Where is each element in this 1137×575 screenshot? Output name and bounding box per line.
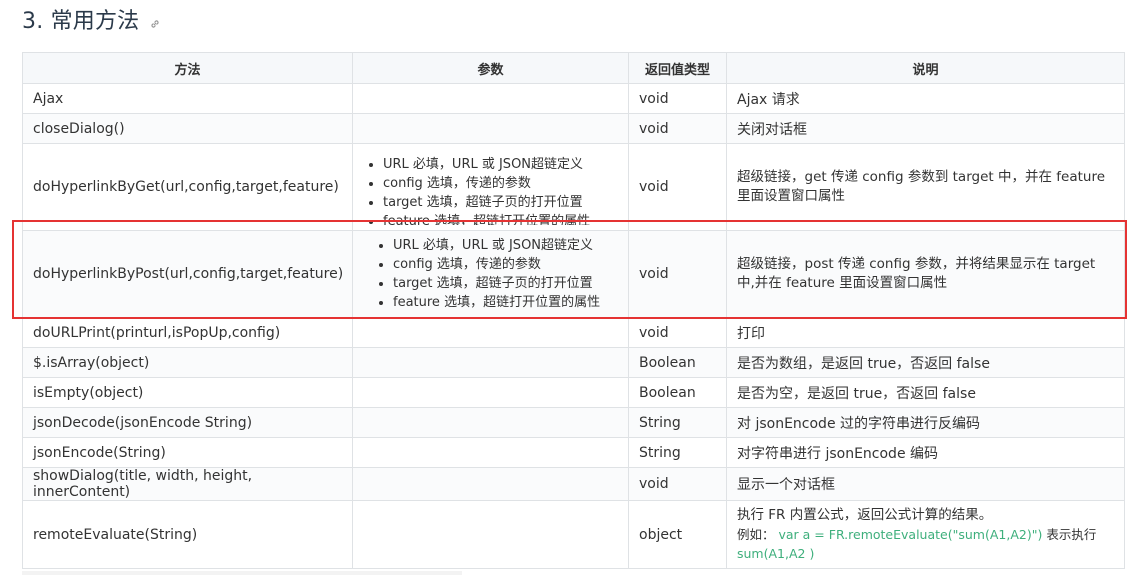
param-item: target 选填，超链子页的打开位置	[383, 193, 590, 212]
return-cell: void	[628, 113, 727, 144]
param-item: feature 选填，超链打开位置的属性	[393, 293, 618, 312]
params-cell	[352, 437, 629, 468]
desc-cell: 执行 FR 内置公式，返回公式计算的结果。 例如： var a = FR.rem…	[726, 500, 1125, 569]
return-cell: void	[628, 317, 727, 348]
method-cell: jsonDecode(jsonEncode String)	[22, 407, 353, 438]
link-icon[interactable]	[149, 15, 161, 28]
desc-text: 超级链接，get 传递 config 参数到 target 中，并在 featu…	[737, 169, 1106, 204]
table-row: remoteEvaluate(String) object 执行 FR 内置公式…	[22, 500, 1125, 569]
table-row: isEmpty(object) Boolean 是否为空，是返回 true，否返…	[22, 377, 1125, 408]
method-cell: doHyperlinkByGet(url,config,target,featu…	[22, 143, 353, 231]
table-row: Ajax void Ajax 请求	[22, 83, 1125, 114]
header-params: 参数	[352, 52, 629, 84]
params-cell	[352, 407, 629, 438]
return-cell: Boolean	[628, 377, 727, 408]
table-row: doURLPrint(printurl,isPopUp,config) void…	[22, 317, 1125, 348]
param-item: URL 必填，URL 或 JSON超链定义	[393, 236, 618, 255]
desc-cell: 是否为数组，是返回 true，否返回 false	[726, 347, 1125, 378]
param-item: feature 选填，超链打开位置的属性	[383, 212, 590, 225]
method-cell: isEmpty(object)	[22, 377, 353, 408]
return-cell: void	[628, 467, 727, 501]
inline-code: sum(A1,A2 )	[737, 546, 815, 561]
return-cell: object	[628, 500, 727, 569]
desc-text: 超级链接，post 传递 config 参数，并将结果显示在 target 中,…	[737, 256, 1096, 291]
return-cell: String	[628, 437, 727, 468]
return-cell: void	[628, 83, 727, 114]
method-cell: jsonEncode(String)	[22, 437, 353, 468]
inline-code: var a = FR.remoteEvaluate("sum(A1,A2)")	[778, 527, 1043, 542]
scrollbar-track	[22, 571, 462, 575]
section-heading: 3. 常用方法	[22, 4, 161, 34]
table-row: jsonDecode(jsonEncode String) String 对 j…	[22, 407, 1125, 438]
example-suffix: 表示执行	[1046, 527, 1097, 542]
desc-cell: 是否为空，是返回 true，否返回 false	[726, 377, 1125, 408]
return-cell: void	[628, 230, 727, 318]
params-cell	[352, 347, 629, 378]
method-cell: Ajax	[22, 83, 353, 114]
table-row: showDialog(title, width, height, innerCo…	[22, 467, 1125, 501]
params-cell	[352, 83, 629, 114]
return-cell: String	[628, 407, 727, 438]
method-cell: doHyperlinkByPost(url,config,target,feat…	[22, 230, 353, 318]
desc-example: 例如： var a = FR.remoteEvaluate("sum(A1,A2…	[737, 525, 1114, 563]
table-row: doHyperlinkByPost(url,config,target,feat…	[22, 230, 1125, 318]
desc-cell: 打印	[726, 317, 1125, 348]
page-title: 3. 常用方法	[22, 9, 140, 34]
method-cell: showDialog(title, width, height, innerCo…	[22, 467, 353, 501]
param-item: URL 必填，URL 或 JSON超链定义	[383, 155, 590, 174]
table-row: closeDialog() void 关闭对话框	[22, 113, 1125, 144]
desc-cell: 超级链接，post 传递 config 参数，并将结果显示在 target 中,…	[726, 230, 1125, 318]
table-header-row: 方法 参数 返回值类型 说明	[22, 52, 1125, 84]
desc-text: 执行 FR 内置公式，返回公式计算的结果。 例如： var a = FR.rem…	[737, 506, 1114, 563]
header-method: 方法	[22, 52, 353, 84]
param-item: target 选填，超链子页的打开位置	[393, 274, 618, 293]
return-cell: void	[628, 143, 727, 231]
desc-cell: Ajax 请求	[726, 83, 1125, 114]
method-cell: remoteEvaluate(String)	[22, 500, 353, 569]
example-prefix: 例如：	[737, 527, 775, 542]
desc-cell: 对字符串进行 jsonEncode 编码	[726, 437, 1125, 468]
desc-cell: 对 jsonEncode 过的字符串进行反编码	[726, 407, 1125, 438]
header-return-type: 返回值类型	[628, 52, 727, 84]
return-cell: Boolean	[628, 347, 727, 378]
table-row: $.isArray(object) Boolean 是否为数组，是返回 true…	[22, 347, 1125, 378]
params-list: URL 必填，URL 或 JSON超链定义 config 选填，传递的参数 ta…	[354, 155, 590, 225]
param-item: config 选填，传递的参数	[393, 255, 618, 274]
params-cell	[352, 317, 629, 348]
params-list: URL 必填，URL 或 JSON超链定义 config 选填，传递的参数 ta…	[363, 236, 618, 312]
desc-cell: 关闭对话框	[726, 113, 1125, 144]
desc-cell: 显示一个对话框	[726, 467, 1125, 501]
method-cell: $.isArray(object)	[22, 347, 353, 378]
method-cell: doURLPrint(printurl,isPopUp,config)	[22, 317, 353, 348]
param-item: config 选填，传递的参数	[383, 174, 590, 193]
params-cell: URL 必填，URL 或 JSON超链定义 config 选填，传递的参数 ta…	[352, 143, 629, 231]
table-row: jsonEncode(String) String 对字符串进行 jsonEnc…	[22, 437, 1125, 468]
params-cell	[352, 500, 629, 569]
desc-cell: 超级链接，get 传递 config 参数到 target 中，并在 featu…	[726, 143, 1125, 231]
header-description: 说明	[726, 52, 1125, 84]
table-row: doHyperlinkByGet(url,config,target,featu…	[22, 143, 1125, 231]
methods-table: 方法 参数 返回值类型 说明 Ajax void Ajax 请求 closeDi…	[22, 52, 1125, 569]
params-cell: URL 必填，URL 或 JSON超链定义 config 选填，传递的参数 ta…	[352, 230, 629, 318]
params-cell	[352, 113, 629, 144]
method-cell: closeDialog()	[22, 113, 353, 144]
params-cell	[352, 377, 629, 408]
desc-line: 执行 FR 内置公式，返回公式计算的结果。	[737, 507, 993, 523]
params-cell	[352, 467, 629, 501]
